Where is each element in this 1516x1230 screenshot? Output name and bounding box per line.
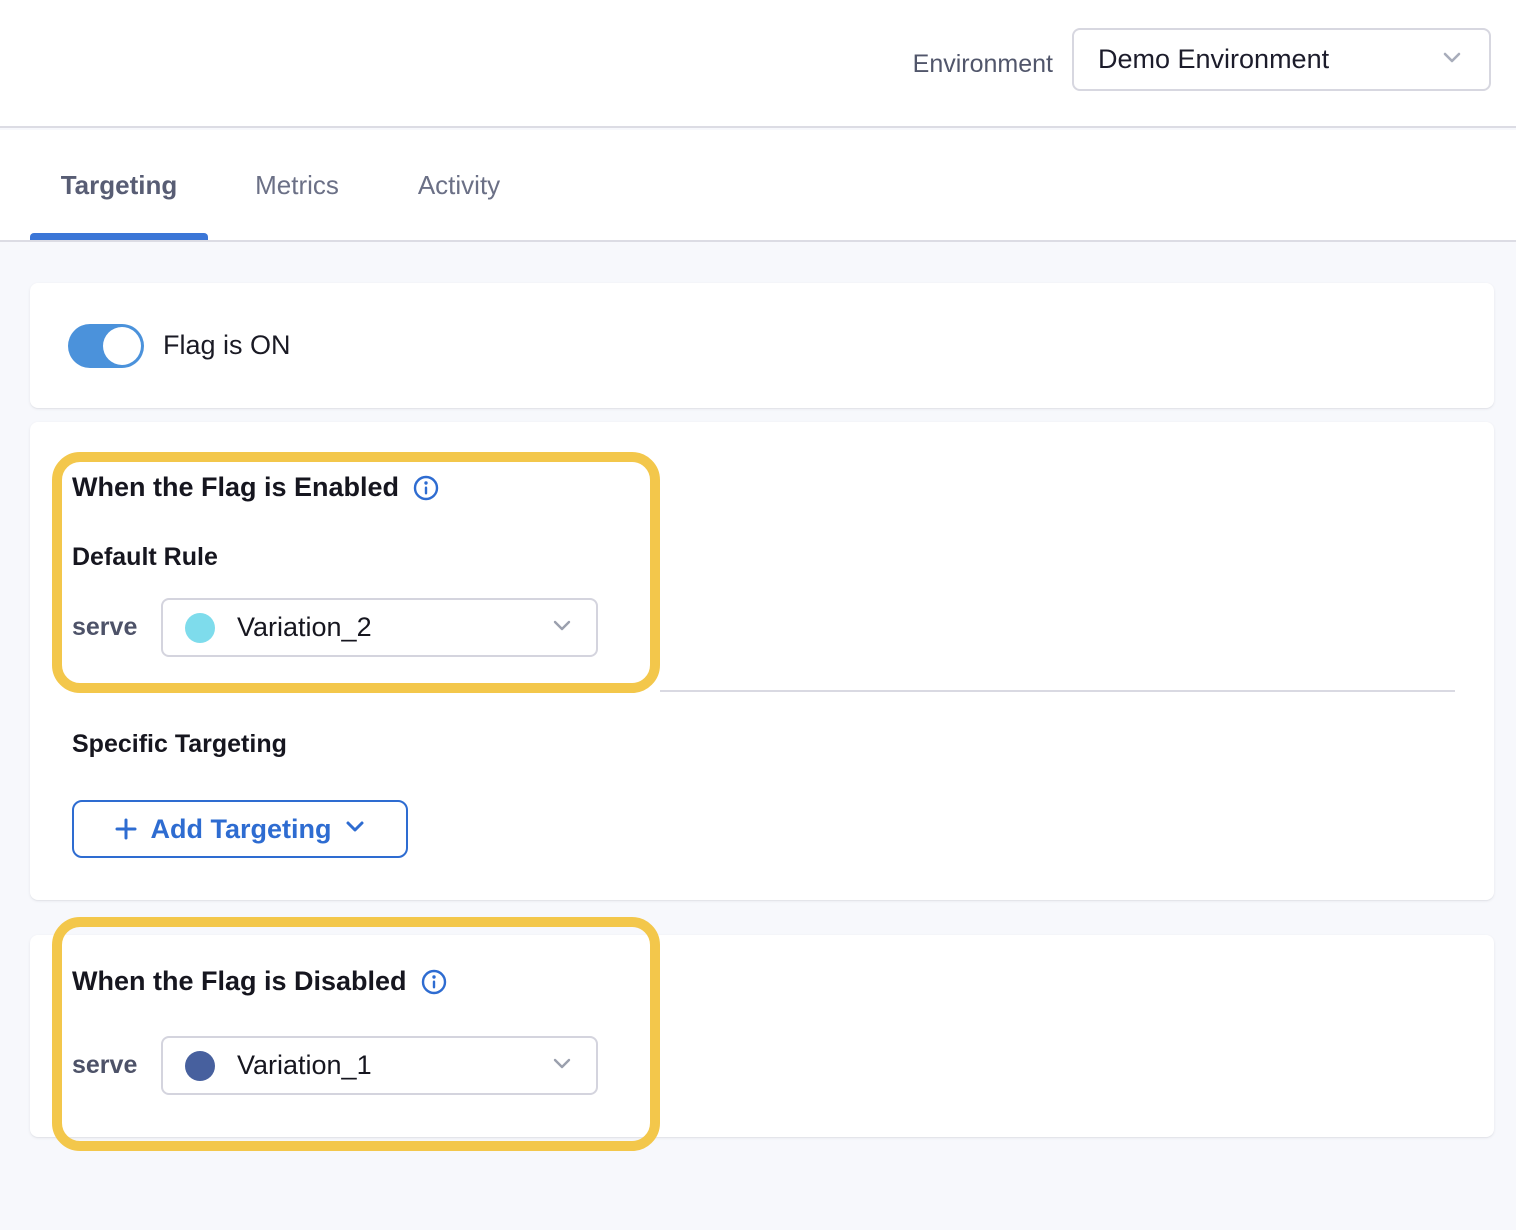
variation-color-dot: [185, 613, 215, 643]
tab-metrics[interactable]: Metrics: [247, 130, 347, 240]
add-targeting-button[interactable]: Add Targeting: [72, 800, 408, 858]
chevron-down-icon: [550, 613, 574, 642]
chevron-down-icon: [343, 814, 367, 845]
disabled-section-title: When the Flag is Disabled: [72, 966, 447, 997]
chevron-down-icon: [1439, 44, 1465, 75]
tab-activity-label: Activity: [418, 170, 500, 201]
disabled-section-title-text: When the Flag is Disabled: [72, 966, 407, 997]
flag-toggle[interactable]: [68, 324, 144, 368]
environment-label: Environment: [913, 0, 1053, 128]
flag-status-label: Flag is ON: [163, 283, 291, 408]
page-root: Environment Demo Environment Targeting M…: [0, 0, 1516, 1230]
disabled-variation-value: Variation_1: [237, 1050, 550, 1081]
active-tab-indicator: [30, 233, 208, 240]
flag-enabled-card: When the Flag is Enabled Default Rule se…: [30, 422, 1494, 900]
enabled-variation-select[interactable]: Variation_2: [161, 598, 598, 657]
environment-select[interactable]: Demo Environment: [1072, 28, 1491, 91]
info-icon[interactable]: [421, 969, 447, 995]
tab-metrics-label: Metrics: [255, 170, 339, 201]
enabled-section-title-text: When the Flag is Enabled: [72, 472, 399, 503]
tab-targeting[interactable]: Targeting: [55, 130, 183, 240]
chevron-down-icon: [550, 1051, 574, 1080]
serve-label: serve: [72, 613, 137, 642]
specific-targeting-heading: Specific Targeting: [72, 730, 287, 759]
disabled-variation-select[interactable]: Variation_1: [161, 1036, 598, 1095]
enabled-section-title: When the Flag is Enabled: [72, 472, 439, 503]
flag-disabled-card: When the Flag is Disabled serve Variatio…: [30, 935, 1494, 1137]
serve-label: serve: [72, 1051, 137, 1080]
flag-toggle-knob: [103, 327, 141, 365]
section-divider: [660, 690, 1455, 692]
plus-icon: [113, 816, 139, 842]
add-targeting-button-label: Add Targeting: [151, 814, 332, 845]
tab-activity[interactable]: Activity: [408, 130, 510, 240]
tab-targeting-label: Targeting: [61, 170, 178, 201]
default-rule-heading: Default Rule: [72, 543, 218, 572]
variation-color-dot: [185, 1051, 215, 1081]
tab-bar: Targeting Metrics Activity: [0, 130, 1516, 242]
flag-status-card: Flag is ON: [30, 283, 1494, 408]
environment-select-value: Demo Environment: [1098, 44, 1439, 75]
enabled-variation-value: Variation_2: [237, 612, 550, 643]
header-bar: Environment Demo Environment: [0, 0, 1516, 128]
info-icon[interactable]: [413, 475, 439, 501]
